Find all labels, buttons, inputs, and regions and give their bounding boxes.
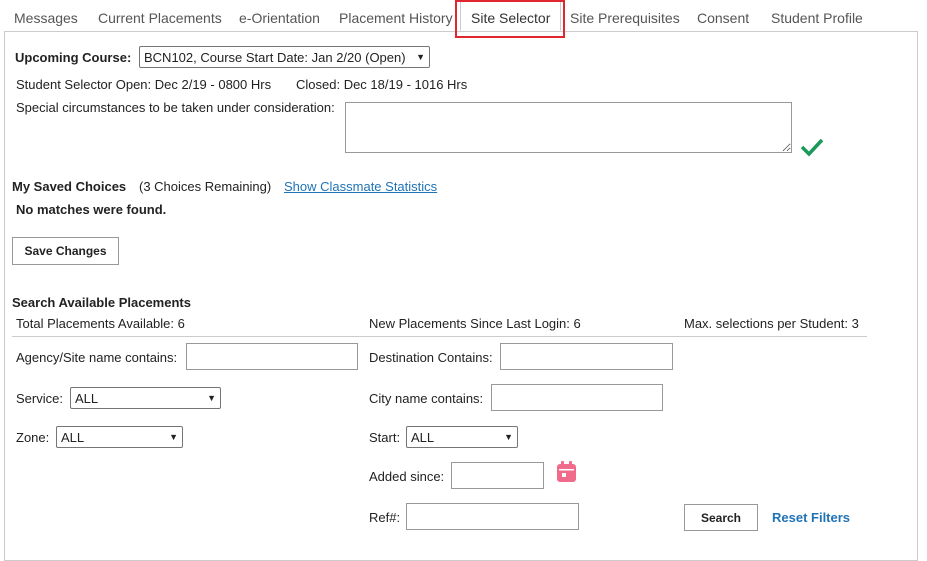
agency-name-input[interactable]	[186, 343, 358, 370]
dropdown-arrow-icon: ▼	[169, 432, 178, 442]
upcoming-course-select[interactable]: BCN102, Course Start Date: Jan 2/20 (Ope…	[139, 46, 430, 68]
saved-choices-title: My Saved Choices	[12, 179, 127, 194]
calendar-icon[interactable]	[556, 461, 577, 483]
choices-remaining-text: (3 Choices Remaining)	[139, 179, 272, 194]
divider	[12, 336, 867, 337]
tab-site-prerequisites[interactable]: Site Prerequisites	[570, 10, 680, 26]
dropdown-arrow-icon: ▼	[504, 432, 513, 442]
start-label: Start:	[369, 430, 401, 445]
upcoming-course-value: BCN102, Course Start Date: Jan 2/20 (Ope…	[144, 49, 406, 65]
dropdown-arrow-icon: ▼	[416, 52, 425, 62]
total-placements-text: Total Placements Available: 6	[16, 316, 185, 331]
added-since-input[interactable]	[451, 462, 544, 489]
tab-bar: Messages Current Placements e-Orientatio…	[0, 0, 927, 34]
city-name-input[interactable]	[491, 384, 663, 411]
search-button[interactable]: Search	[684, 504, 758, 531]
no-matches-text: No matches were found.	[16, 202, 167, 217]
service-value: ALL	[75, 390, 99, 406]
service-select[interactable]: ALL ▼	[70, 387, 221, 409]
tab-current-placements[interactable]: Current Placements	[98, 10, 222, 26]
tab-consent[interactable]: Consent	[697, 10, 749, 26]
search-placements-title: Search Available Placements	[12, 295, 191, 310]
ref-input[interactable]	[406, 503, 579, 530]
selector-closed-text: Closed: Dec 18/19 - 1016 Hrs	[296, 77, 468, 92]
destination-input[interactable]	[500, 343, 673, 370]
dropdown-arrow-icon: ▼	[207, 393, 216, 403]
show-classmate-statistics-link[interactable]: Show Classmate Statistics	[284, 179, 437, 194]
selector-open-text: Student Selector Open: Dec 2/19 - 0800 H…	[16, 77, 272, 92]
added-since-label: Added since:	[369, 469, 445, 484]
city-name-label: City name contains:	[369, 391, 484, 406]
start-select[interactable]: ALL ▼	[406, 426, 518, 448]
save-changes-button[interactable]: Save Changes	[12, 237, 119, 265]
upcoming-course-label: Upcoming Course:	[15, 50, 132, 65]
tab-e-orientation[interactable]: e-Orientation	[239, 10, 320, 26]
special-circumstances-textarea[interactable]	[345, 102, 792, 153]
special-circumstances-label: Special circumstances to be taken under …	[16, 100, 335, 115]
tab-site-selector[interactable]: Site Selector	[460, 1, 562, 31]
tab-student-profile[interactable]: Student Profile	[771, 10, 863, 26]
check-icon	[800, 138, 824, 157]
zone-select[interactable]: ALL ▼	[56, 426, 183, 448]
destination-label: Destination Contains:	[369, 350, 493, 365]
reset-filters-link[interactable]: Reset Filters	[772, 510, 850, 525]
agency-name-label: Agency/Site name contains:	[16, 350, 178, 365]
ref-label: Ref#:	[369, 510, 401, 525]
tab-messages[interactable]: Messages	[14, 10, 78, 26]
max-selections-text: Max. selections per Student: 3	[684, 316, 859, 331]
zone-value: ALL	[61, 429, 85, 445]
service-label: Service:	[16, 391, 63, 406]
start-value: ALL	[411, 429, 435, 445]
new-placements-text: New Placements Since Last Login: 6	[369, 316, 581, 331]
tab-placement-history[interactable]: Placement History	[339, 10, 453, 26]
zone-label: Zone:	[16, 430, 50, 445]
